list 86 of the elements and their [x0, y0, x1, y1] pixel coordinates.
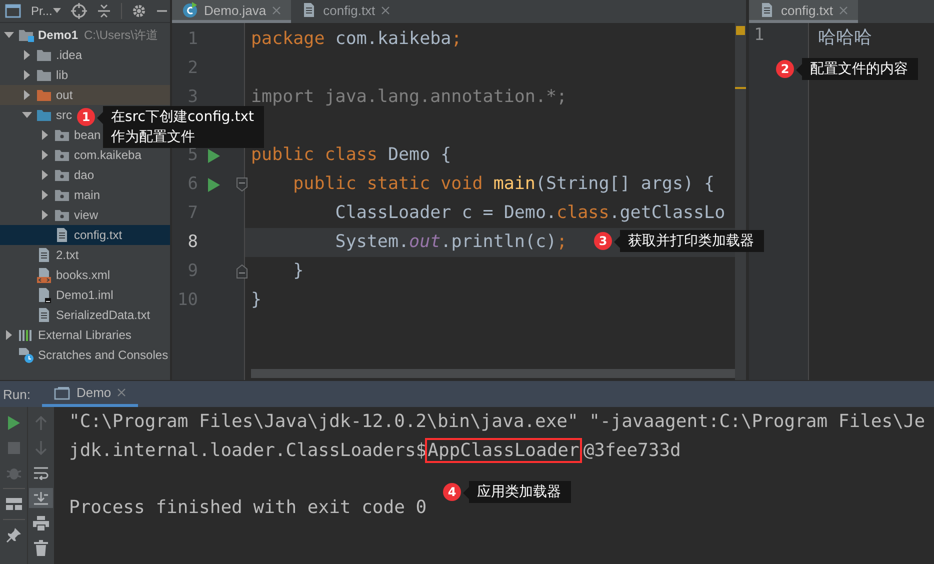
expand-arrow-icon[interactable] — [22, 70, 32, 80]
view-dropdown[interactable]: Pr... — [31, 4, 62, 18]
print-icon[interactable] — [33, 516, 49, 530]
layout-icon[interactable] — [6, 498, 22, 510]
expand-arrow-icon[interactable] — [40, 150, 50, 160]
code-line: ClassLoader c = Demo.class.getClassLo — [334, 202, 726, 225]
expand-arrow-icon[interactable] — [40, 130, 50, 140]
tree-item[interactable]: out — [0, 85, 170, 105]
editor-tab[interactable]: Demo.java — [172, 0, 292, 23]
tree-item[interactable]: External Libraries — [0, 325, 170, 345]
tree-item[interactable]: books.xml — [0, 265, 170, 285]
folder-icon — [36, 87, 52, 103]
collapse-arrow-icon[interactable] — [22, 110, 32, 120]
expand-arrow-icon[interactable] — [40, 210, 50, 220]
expand-arrow-icon[interactable] — [22, 90, 32, 100]
console-line: jdk.internal.loader.ClassLoaders$AppClassLoader @3fee733d — [69, 439, 682, 463]
folder-icon — [36, 47, 52, 63]
horizontal-scrollbar[interactable] — [251, 369, 735, 378]
tree-item[interactable]: main — [0, 185, 170, 205]
package-icon — [54, 187, 70, 203]
callout-tooltip: 配置文件的内容 — [796, 58, 918, 80]
folder-icon — [36, 67, 52, 83]
text-file-icon — [36, 247, 52, 263]
package-icon — [54, 167, 70, 183]
collapse-arrow-icon[interactable] — [4, 30, 14, 40]
fold-icon[interactable] — [236, 177, 248, 192]
run-icon[interactable] — [208, 148, 220, 162]
settings-icon[interactable] — [132, 4, 146, 18]
panel-label: Run: — [2, 386, 32, 402]
expand-arrow-icon[interactable] — [40, 170, 50, 180]
expand-arrow-icon[interactable] — [22, 50, 32, 60]
libraries-icon — [18, 327, 34, 343]
tree-item[interactable]: Demo1 C:\Users\许道 — [0, 25, 170, 45]
module-file-icon — [36, 287, 52, 303]
tree-item[interactable]: config.txt — [0, 225, 170, 245]
caret-icon — [53, 8, 62, 14]
run-icon[interactable] — [208, 178, 220, 192]
tree-item[interactable]: .idea — [0, 45, 170, 65]
window-icon — [5, 4, 21, 18]
folder-icon — [36, 107, 52, 123]
text-file-icon — [759, 2, 775, 18]
text-file-icon — [36, 307, 52, 323]
close-icon[interactable] — [117, 388, 126, 397]
tree-item[interactable]: Scratches and Consoles — [0, 345, 170, 365]
scroll-to-end-icon[interactable] — [33, 491, 49, 505]
warning-icon — [736, 26, 745, 35]
pin-icon[interactable] — [6, 527, 22, 543]
tree-item[interactable]: SerializedData.txt — [0, 305, 170, 325]
close-icon[interactable] — [381, 6, 390, 14]
tree-item[interactable]: Demo1.iml — [0, 285, 170, 305]
console-line: "C:\Program Files\Java\jdk-12.0.2\bin\java.exe" "-javaagent:C:\Program Files\Je — [69, 410, 926, 434]
class-file-icon — [182, 2, 198, 18]
tree-item[interactable]: lib — [0, 65, 170, 85]
console-icon — [54, 386, 70, 400]
trash-icon[interactable] — [34, 540, 48, 556]
fold-icon[interactable] — [236, 264, 248, 279]
run-icon[interactable] — [6, 415, 20, 431]
text-file-icon — [54, 227, 70, 243]
expand-arrow-icon[interactable] — [40, 190, 50, 200]
code-line: import java.lang.annotation.*; — [250, 86, 568, 109]
code-line: 哈哈哈 — [818, 26, 872, 50]
editor-tab[interactable]: config.txt — [749, 0, 858, 23]
tree-item[interactable]: dao — [0, 165, 170, 185]
console-line: Process finished with exit code 0 — [69, 496, 428, 520]
code-line: } — [292, 260, 305, 283]
package-icon — [54, 207, 70, 223]
expand-arrow-icon[interactable] — [4, 330, 14, 340]
code-line: package com.kaikeba; — [250, 28, 463, 51]
code-line: } — [250, 289, 263, 312]
folder-icon — [18, 27, 34, 43]
crosshair-icon[interactable] — [71, 3, 88, 19]
package-icon — [54, 127, 70, 143]
xml-file-icon — [36, 267, 52, 283]
tree-item[interactable]: 2.txt — [0, 245, 170, 265]
line-number: 1 — [753, 25, 766, 47]
line-number: 8 — [186, 234, 198, 251]
scratch-file-icon — [18, 347, 34, 363]
callout-tooltip: 获取并打印类加载器 — [614, 230, 764, 252]
tree-item[interactable]: com.kaikeba — [0, 145, 170, 165]
code-line: public static void main(String[] args) { — [292, 173, 716, 196]
soft-wrap-icon[interactable] — [33, 466, 49, 480]
callout-tooltip: 应用类加载器 — [463, 481, 571, 503]
package-icon — [54, 147, 70, 163]
tree-item[interactable]: view — [0, 205, 170, 225]
editor-tab[interactable]: config.txt — [291, 0, 400, 23]
collapse-all-icon[interactable] — [97, 4, 112, 18]
